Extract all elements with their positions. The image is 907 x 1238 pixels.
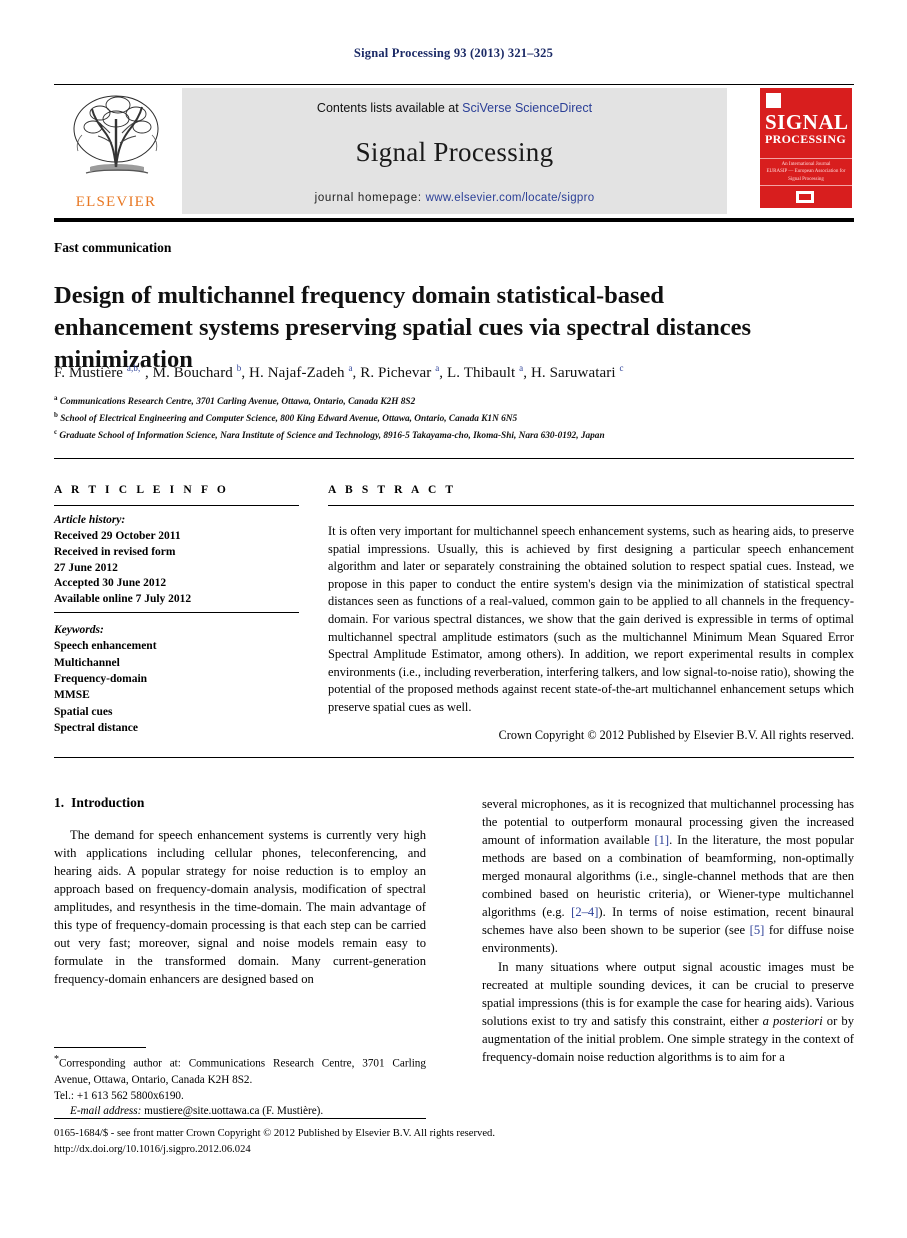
journal-title: Signal Processing — [355, 137, 554, 167]
email-address[interactable]: mustiere@site.uottawa.ca (F. Mustière). — [144, 1105, 323, 1117]
info-block-top-rule — [54, 458, 854, 459]
article-history-item: Available online 7 July 2012 — [54, 593, 192, 606]
page-title: Design of multichannel frequency domain … — [54, 282, 752, 374]
article-history-item: Received 29 October 2011 — [54, 529, 181, 542]
affiliation-item: c Graduate School of Information Science… — [54, 427, 605, 441]
affiliation-item: b School of Electrical Engineering and C… — [54, 410, 518, 424]
email-label: E-mail address: — [70, 1105, 142, 1118]
footnote-rule — [54, 1047, 146, 1048]
article-history-item: Received in revised form — [54, 545, 176, 558]
paragraph: In many situations where output signal a… — [482, 958, 854, 1066]
affiliation-marker: c — [54, 427, 58, 436]
article-info-heading-rule — [54, 505, 299, 506]
journal-masthead: ELSEVIER Contents lists available at Sci… — [54, 84, 854, 222]
keywords-block: Keywords: Speech enhancement Multichannel… — [54, 622, 299, 736]
abstract-heading-rule — [328, 505, 854, 506]
masthead-top-rule — [54, 84, 854, 85]
affiliation-list: a Communications Research Centre, 3701 C… — [54, 393, 874, 443]
emphasis-text: a posteriori — [762, 1014, 823, 1028]
author-list: F. Mustière a,b,*, M. Bouchard b, H. Naj… — [54, 363, 624, 381]
elsevier-logo: ELSEVIER — [60, 89, 172, 213]
section-number: 1. — [54, 795, 65, 810]
body-column-left: 1. Introduction The demand for speech enh… — [54, 795, 426, 989]
affiliation-marker: a — [54, 394, 58, 402]
info-block-bottom-rule — [54, 757, 854, 758]
sciencedirect-link[interactable]: SciVerse ScienceDirect — [462, 101, 592, 115]
abstract-column: A B S T R A C T It is often very importa… — [328, 484, 854, 743]
cover-subtitle: An International Journal EURASIP — Europ… — [760, 157, 852, 186]
keyword-item: MMSE — [54, 689, 90, 702]
body-column-right: several microphones, as it is recognized… — [482, 795, 854, 1067]
section-title: Introduction — [71, 795, 145, 810]
corresponding-author-note: *Corresponding author at: Communications… — [54, 1053, 426, 1089]
article-history-item: 27 June 2012 — [54, 561, 118, 574]
contents-lists-prefix: Contents lists available at — [316, 101, 463, 115]
citation-ref[interactable]: [2–4] — [571, 905, 598, 919]
abstract-copyright: Crown Copyright © 2012 Published by Else… — [498, 727, 854, 742]
cover-subtitle-line1: An International Journal — [781, 161, 831, 167]
article-history-items: Received 29 October 2011 Received in revi… — [54, 529, 299, 608]
abstract-heading: A B S T R A C T — [328, 484, 457, 496]
telephone-line: Tel.: +1 613 562 5800x6190. — [54, 1089, 184, 1102]
article-type-label: Fast communication — [54, 240, 172, 255]
keywords-label: Keywords: — [54, 624, 104, 637]
affiliation-item: a Communications Research Centre, 3701 C… — [54, 394, 416, 408]
contents-lists-line: Contents lists available at SciVerse Sci… — [182, 101, 727, 115]
keyword-item: Spectral distance — [54, 722, 139, 735]
cover-subtitle-line2: EURASIP — European Association for Signa… — [766, 169, 846, 182]
footnote-block: *Corresponding author at: Communications… — [54, 1053, 426, 1120]
issn-line: 0165-1684/$ - see front matter Crown Cop… — [54, 1128, 495, 1139]
journal-cover-thumbnail: SIGNAL PROCESSING An International Journ… — [760, 88, 852, 208]
masthead-bottom-rule — [54, 218, 854, 222]
article-history: Article history: Received 29 October 201… — [54, 513, 299, 608]
citation-ref[interactable]: [5] — [750, 923, 765, 937]
keyword-item: Multichannel — [54, 656, 120, 669]
article-info-heading: A R T I C L E I N F O — [54, 484, 229, 496]
journal-homepage-link[interactable]: www.elsevier.com/locate/sigpro — [426, 192, 595, 204]
article-history-item: Accepted 30 June 2012 — [54, 577, 167, 590]
cover-publisher-mark — [796, 191, 814, 203]
cover-title-line2: PROCESSING — [765, 132, 847, 146]
elsevier-wordmark: ELSEVIER — [75, 194, 157, 210]
affiliation-marker: b — [54, 410, 58, 419]
journal-homepage-line: journal homepage: www.elsevier.com/locat… — [182, 192, 727, 204]
article-info-column: A R T I C L E I N F O Article history: R… — [54, 484, 299, 736]
issn-block: 0165-1684/$ - see front matter Crown Cop… — [54, 1126, 854, 1158]
masthead-center-panel: Contents lists available at SciVerse Sci… — [182, 88, 727, 214]
running-head: Signal Processing 93 (2013) 321–325 — [353, 46, 554, 60]
paragraph: The demand for speech enhancement system… — [54, 828, 426, 986]
keywords-items: Speech enhancement Multichannel Frequency-… — [54, 638, 299, 736]
article-history-rule — [54, 612, 299, 614]
journal-homepage-label: journal homepage: — [314, 192, 426, 204]
keyword-item: Frequency-domain — [54, 673, 148, 686]
article-history-label: Article history: — [54, 514, 126, 526]
keyword-item: Speech enhancement — [54, 640, 157, 653]
elsevier-tree-icon — [73, 95, 159, 174]
section-heading-introduction: 1. Introduction — [54, 795, 426, 811]
article-page: Signal Processing 93 (2013) 321–325 ELSE… — [0, 0, 907, 1238]
cover-elsevier-icon — [766, 93, 781, 108]
paragraph: several microphones, as it is recognized… — [482, 795, 854, 957]
corresponding-author-text: Corresponding author at: Communications … — [54, 1057, 426, 1086]
citation-ref[interactable]: [1] — [654, 833, 669, 847]
bottom-rule — [54, 1118, 426, 1119]
abstract-text: It is often very important for multichan… — [328, 524, 854, 715]
keyword-item: Spatial cues — [54, 705, 113, 718]
doi-line[interactable]: http://dx.doi.org/10.1016/j.sigpro.2012.… — [54, 1142, 854, 1158]
